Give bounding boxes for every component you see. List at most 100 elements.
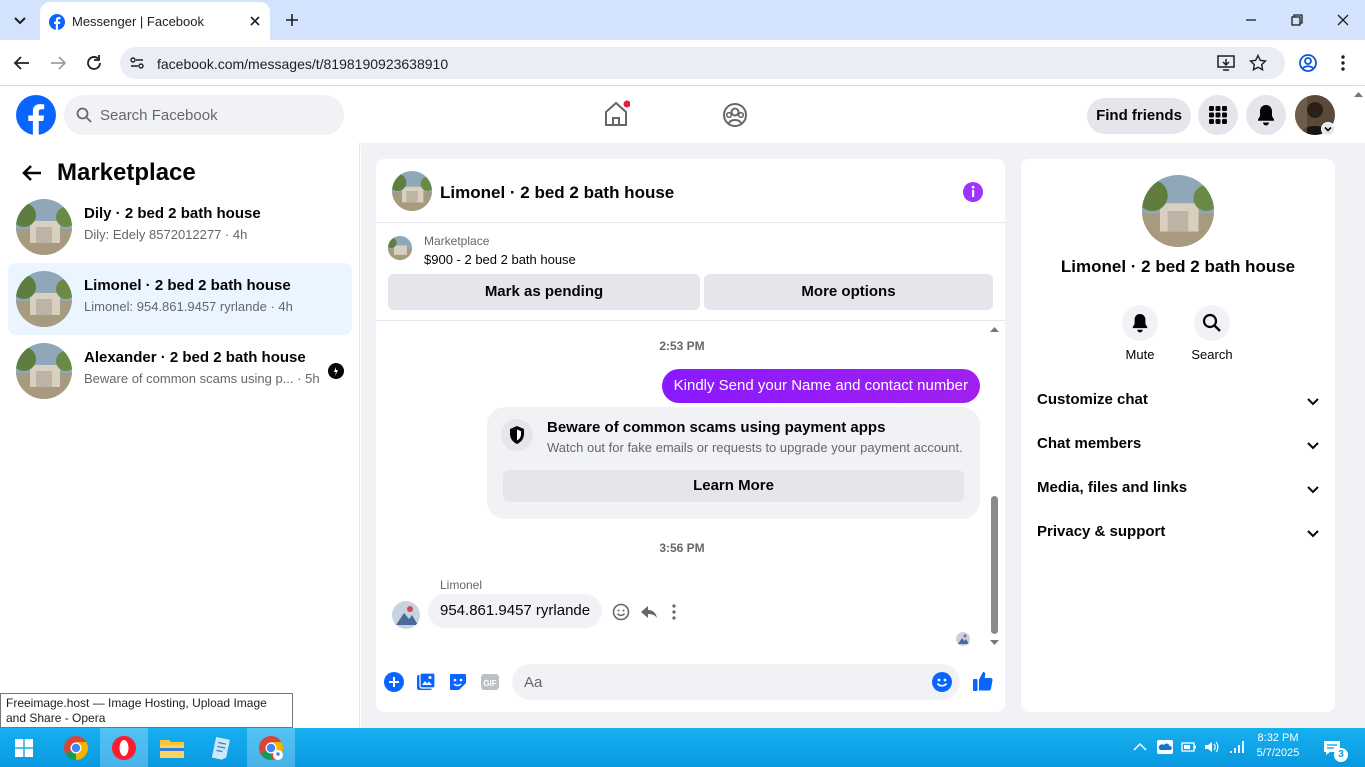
tab-list-chevron-icon[interactable] <box>10 10 30 30</box>
message-input[interactable]: Aa <box>512 664 960 700</box>
svg-text:GIF: GIF <box>483 679 496 688</box>
bell-icon <box>1122 305 1158 341</box>
message-input-placeholder: Aa <box>524 674 543 691</box>
facebook-logo-icon[interactable] <box>16 95 56 135</box>
notepad-icon[interactable] <box>196 728 244 767</box>
volume-icon[interactable] <box>1204 740 1220 754</box>
mute-label: Mute <box>1125 347 1155 362</box>
seen-avatar-icon <box>328 363 344 379</box>
notification-count-badge: 3 <box>1334 748 1348 762</box>
search-in-conversation-button[interactable]: Search <box>1182 305 1242 362</box>
listing-thumbnail <box>16 271 72 327</box>
incoming-message[interactable]: 954.861.9457 ryrlande <box>428 594 603 628</box>
plus-icon[interactable] <box>384 672 404 692</box>
chat-listing-avatar[interactable] <box>392 171 432 211</box>
new-tab-icon[interactable] <box>284 12 300 28</box>
conversation-preview-text: Beware of common scams using p... <box>84 371 294 386</box>
battery-icon[interactable] <box>1181 741 1197 753</box>
forward-icon[interactable] <box>49 54 67 72</box>
outgoing-message[interactable]: Kindly Send your Name and contact number <box>661 369 980 403</box>
bookmark-star-icon[interactable] <box>1249 54 1267 72</box>
account-chevron-icon[interactable] <box>1321 122 1335 136</box>
sticker-icon[interactable] <box>448 672 468 692</box>
chat-title[interactable]: Limonel · 2 bed 2 bath house <box>440 183 674 203</box>
show-hidden-icons-chevron-icon[interactable] <box>1133 742 1147 752</box>
home-icon[interactable] <box>602 100 630 128</box>
chat-members-section[interactable]: Chat members <box>1037 435 1319 459</box>
section-label: Media, files and links <box>1037 479 1188 496</box>
reload-icon[interactable] <box>85 54 103 72</box>
listing-thumb-small[interactable] <box>388 236 412 260</box>
details-title: Limonel · 2 bed 2 bath house <box>1060 257 1296 276</box>
taskbar-clock[interactable]: 8:32 PM 5/7/2025 <box>1248 731 1308 761</box>
section-label: Customize chat <box>1037 391 1148 408</box>
install-app-icon[interactable] <box>1217 54 1235 72</box>
search-icon <box>1194 305 1230 341</box>
listing-profile-photo[interactable] <box>1142 175 1214 247</box>
reply-icon[interactable] <box>640 603 658 621</box>
thread-scrollbar-thumb[interactable] <box>991 496 998 634</box>
listing-price-title[interactable]: $900 - 2 bed 2 bath house <box>424 252 576 267</box>
conversation-item-active[interactable]: Limonel · 2 bed 2 bath house Limonel: 95… <box>8 263 352 335</box>
section-label: Chat members <box>1037 435 1142 452</box>
learn-more-button[interactable]: Learn More <box>503 470 964 502</box>
find-friends-button[interactable]: Find friends <box>1087 98 1191 134</box>
browser-menu-icon[interactable] <box>1335 53 1351 73</box>
listing-label: Marketplace <box>424 234 490 248</box>
restore-window-icon[interactable] <box>1289 12 1305 28</box>
chevron-down-icon <box>1307 486 1319 494</box>
listing-thumbnail <box>16 199 72 255</box>
network-icon[interactable] <box>1229 740 1245 754</box>
back-icon[interactable] <box>13 54 31 72</box>
conversation-info-icon[interactable] <box>962 181 984 203</box>
page-title: Marketplace <box>57 159 196 186</box>
conversation-item[interactable]: Dily · 2 bed 2 bath house Dily: Edely 85… <box>8 191 352 263</box>
windows-start-icon[interactable] <box>0 728 48 767</box>
scam-warning-title: Beware of common scams using payment app… <box>547 419 886 436</box>
taskbar-tooltip: Freeimage.host — Image Hosting, Upload I… <box>0 693 293 728</box>
sender-avatar[interactable] <box>392 601 420 629</box>
section-label: Privacy & support <box>1037 523 1166 540</box>
browser-tab-bar: Messenger | Facebook <box>0 0 1365 40</box>
menu-grid-button[interactable] <box>1198 95 1238 135</box>
thumbs-up-icon[interactable] <box>972 670 994 692</box>
mark-as-pending-button[interactable]: Mark as pending <box>388 274 700 310</box>
gif-icon[interactable]: GIF <box>480 672 500 692</box>
address-bar[interactable]: facebook.com/messages/t/8198190923638910 <box>120 47 1285 79</box>
more-options-button[interactable]: More options <box>704 274 993 310</box>
search-facebook-input[interactable]: Search Facebook <box>64 95 344 135</box>
search-icon <box>76 107 92 123</box>
conversation-preview: Limonel: 954.861.9457 ryrlande · 4h <box>84 299 293 314</box>
privacy-support-section[interactable]: Privacy & support <box>1037 523 1319 547</box>
emoji-picker-icon[interactable] <box>932 672 952 692</box>
chrome-profile-icon[interactable] <box>247 728 295 767</box>
close-tab-icon[interactable] <box>248 14 262 28</box>
groups-icon[interactable] <box>721 101 749 129</box>
profile-icon[interactable] <box>1298 53 1318 73</box>
conversation-title: Alexander · 2 bed 2 bath house <box>84 349 306 366</box>
file-explorer-icon[interactable] <box>148 728 196 767</box>
bell-icon <box>1258 105 1274 126</box>
photo-icon[interactable] <box>416 672 436 692</box>
chrome-icon[interactable] <box>52 728 100 767</box>
site-info-icon[interactable] <box>129 55 145 71</box>
back-arrow-icon[interactable] <box>20 161 44 185</box>
onedrive-icon[interactable] <box>1156 739 1174 755</box>
timestamp: 2:53 PM <box>659 339 705 353</box>
customize-chat-section[interactable]: Customize chat <box>1037 391 1319 415</box>
thread-scrollbar[interactable] <box>988 322 1001 652</box>
close-window-icon[interactable] <box>1335 12 1351 28</box>
opera-icon[interactable] <box>100 728 148 767</box>
browser-tab[interactable]: Messenger | Facebook <box>40 2 270 40</box>
minimize-window-icon[interactable] <box>1243 12 1259 28</box>
windows-taskbar: 8:32 PM 5/7/2025 3 <box>0 728 1365 767</box>
media-files-links-section[interactable]: Media, files and links <box>1037 479 1319 503</box>
menu-grid-icon <box>1209 106 1227 124</box>
react-emoji-icon[interactable] <box>612 603 630 621</box>
notifications-button[interactable] <box>1246 95 1286 135</box>
mute-button[interactable]: Mute <box>1110 305 1170 362</box>
conversation-item[interactable]: Alexander · 2 bed 2 bath house Beware of… <box>8 335 352 407</box>
more-actions-icon[interactable] <box>670 603 678 621</box>
tab-title: Messenger | Facebook <box>72 14 204 29</box>
message-composer: GIF Aa <box>376 657 1005 712</box>
